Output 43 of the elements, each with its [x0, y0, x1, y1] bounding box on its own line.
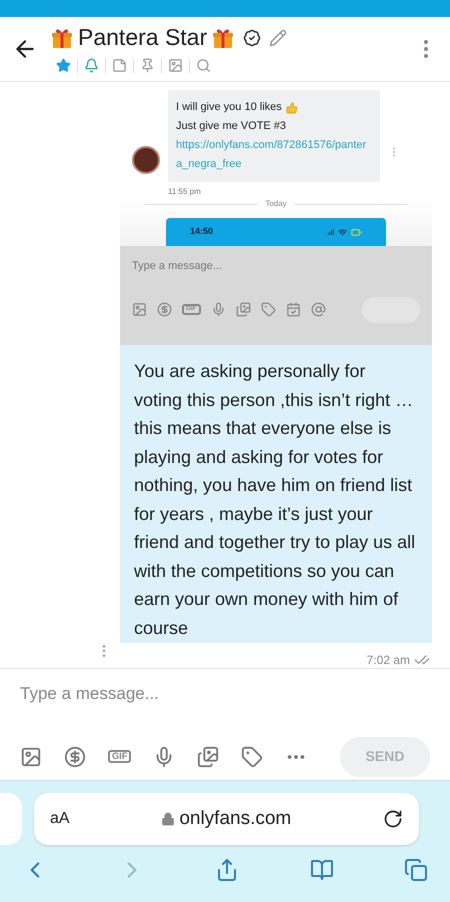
gallery-icon[interactable] — [197, 746, 220, 768]
image-icon[interactable] — [20, 746, 42, 768]
chat-title: Pantera Star — [78, 26, 208, 49]
pin-icon[interactable] — [140, 58, 155, 72]
date-divider: Today — [265, 198, 287, 210]
calendar-icon[interactable] — [286, 302, 300, 317]
bell-icon[interactable] — [84, 58, 99, 72]
microphone-icon[interactable] — [210, 302, 226, 317]
address-bar[interactable]: aA onlyfans.com — [34, 793, 419, 845]
dollar-icon[interactable] — [157, 302, 172, 317]
address-text: onlyfans.com — [179, 806, 292, 831]
lock-icon — [161, 812, 176, 826]
gallery-icon[interactable] — [236, 302, 250, 317]
text-size-button[interactable]: aA — [50, 807, 70, 831]
star-icon[interactable] — [56, 58, 71, 72]
message-text: I will give you 10 likes — [176, 100, 282, 115]
wifi-icon — [338, 228, 347, 236]
message-text: Just give me VOTE #3 — [176, 119, 288, 134]
at-icon[interactable] — [310, 302, 326, 317]
battery-icon — [351, 226, 362, 238]
gif-button[interactable]: GIF — [108, 750, 132, 764]
message-input[interactable]: Type a message... — [20, 681, 430, 706]
tag-icon[interactable] — [260, 302, 276, 317]
message-time: 7:02 am — [366, 652, 410, 669]
clock: 14:50 — [190, 225, 214, 238]
edit-icon[interactable] — [269, 28, 288, 46]
avatar — [132, 146, 160, 174]
thumbs-up-icon — [286, 102, 298, 114]
message-text: You are asking personally for voting this person ,this isn’t right … this means that everyone else is playing and asking for votes for nothing, you have him on friend list for years , maybe it’s just your friend and together try to play us all with the competitions so you can earn your own money with him of course — [134, 360, 416, 640]
share-icon[interactable] — [215, 858, 239, 882]
note-icon[interactable] — [112, 58, 127, 72]
image-icon[interactable] — [132, 302, 147, 317]
link[interactable]: https://onlyfans.com/872861576/pantera_negra_free — [176, 136, 372, 174]
search-icon[interactable] — [196, 58, 211, 72]
tabs-icon[interactable] — [404, 858, 428, 882]
message-time: 11:55 pm — [168, 186, 202, 198]
reload-icon[interactable] — [383, 809, 403, 829]
image-icon[interactable] — [168, 58, 183, 72]
dollar-icon[interactable] — [64, 746, 86, 768]
book-icon[interactable] — [310, 858, 334, 882]
tag-icon[interactable] — [241, 746, 264, 768]
signal-icon — [326, 228, 334, 236]
message-input[interactable]: Type a message... — [132, 258, 420, 274]
